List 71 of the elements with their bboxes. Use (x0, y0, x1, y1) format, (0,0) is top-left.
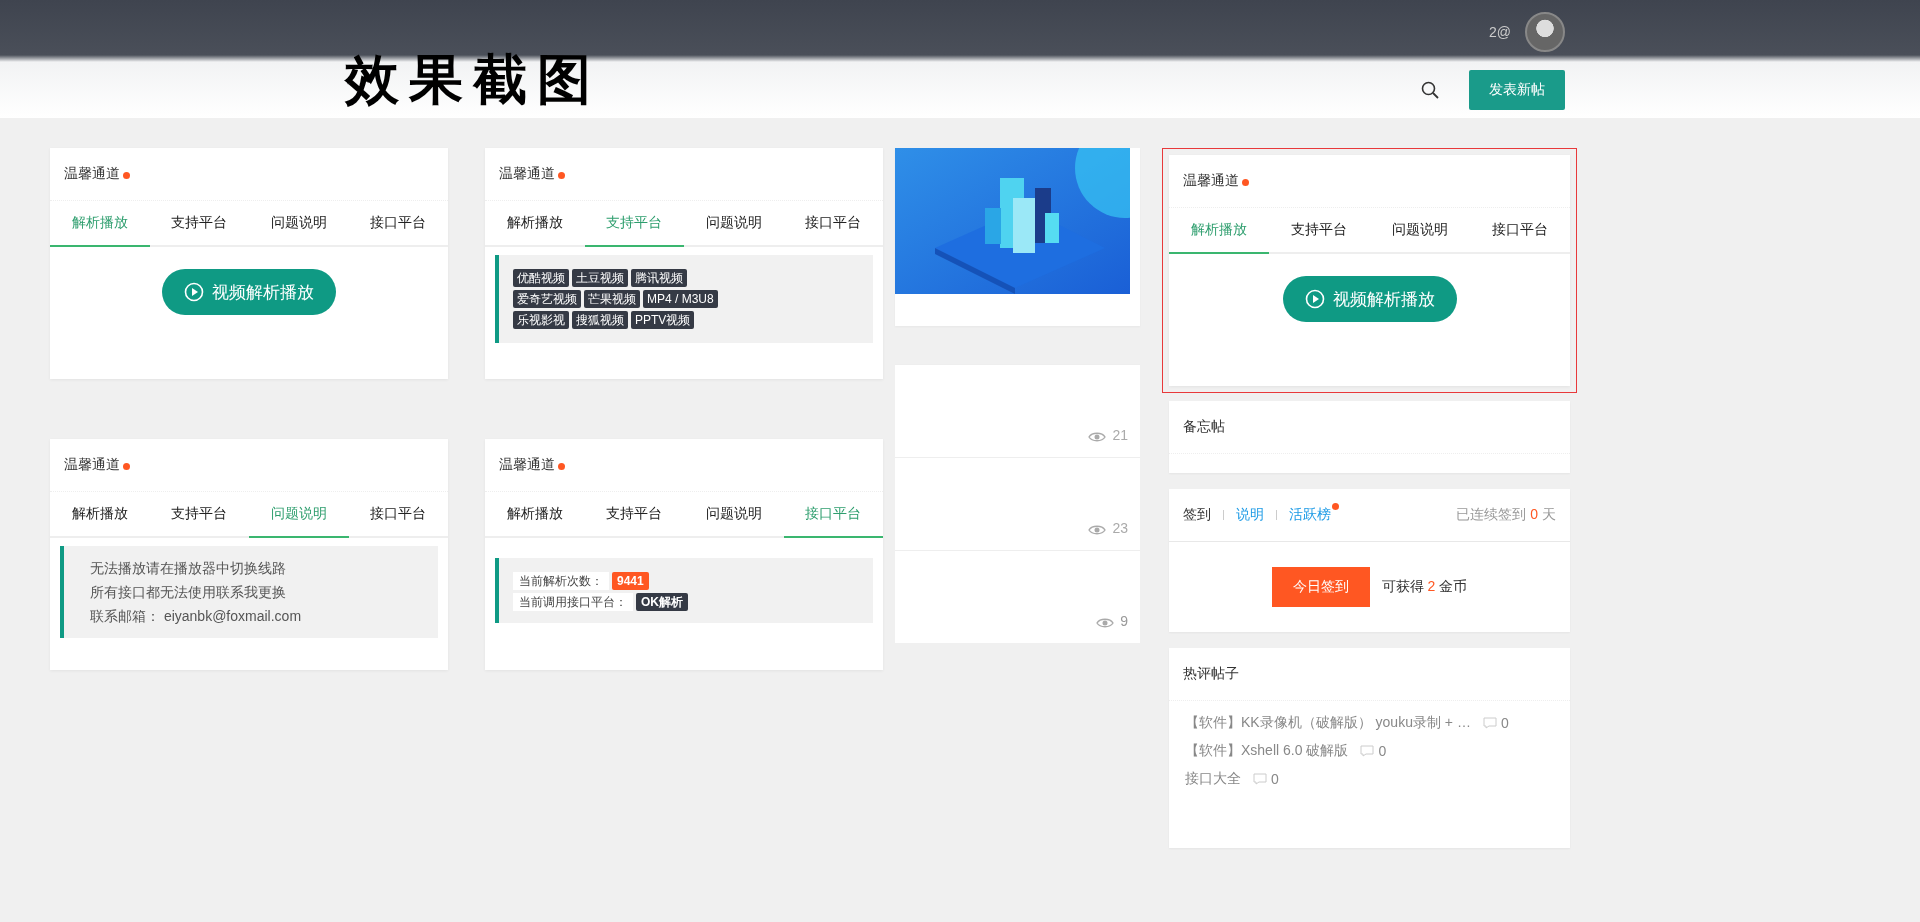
eye-icon (1088, 431, 1107, 443)
tab[interactable]: 问题说明 (249, 201, 349, 247)
tab[interactable]: 解析播放 (485, 201, 585, 247)
tab[interactable]: 接口平台 (783, 201, 883, 247)
tab[interactable]: 接口平台 (348, 201, 448, 247)
platform-tag: 爱奇艺视频 (513, 290, 581, 308)
tab[interactable]: 解析播放 (50, 492, 150, 538)
signin-tab[interactable]: 签到 (1183, 503, 1211, 527)
tab[interactable]: 支持平台 (584, 492, 684, 538)
play-button[interactable]: 视频解析播放 (1282, 276, 1457, 322)
tab[interactable]: 支持平台 (1269, 208, 1370, 254)
tab[interactable]: 接口平台 (783, 492, 883, 538)
post-link[interactable]: 【软件】Xshell 6.0 破解版 (1185, 742, 1349, 760)
note-text: 联系邮箱： eiyanbk@foxmail.com (90, 607, 303, 626)
stat-value: OK解析 (636, 593, 688, 611)
view-count: 21 (1112, 427, 1128, 443)
tab[interactable]: 支持平台 (584, 201, 684, 247)
comment-count: 0 (1253, 771, 1279, 787)
post-link[interactable]: 【软件】KK录像机（破解版） youku录制 + … (1185, 714, 1471, 732)
card-title: 备忘帖 (1169, 401, 1570, 454)
eye-icon (1088, 524, 1107, 536)
notice-dot (1242, 179, 1249, 186)
platform-tag: 腾讯视频 (631, 269, 687, 287)
search-icon[interactable] (1421, 81, 1439, 99)
widget-title: 温馨通道 (1183, 172, 1239, 190)
comment-count: 0 (1360, 743, 1387, 759)
platform-tag: 芒果视频 (584, 290, 640, 308)
tab[interactable]: 问题说明 (1369, 208, 1470, 254)
tab[interactable]: 接口平台 (1469, 208, 1570, 254)
stat-label: 当前解析次数： (513, 572, 609, 590)
stat-label: 当前调用接口平台： (513, 593, 633, 611)
platform-tag: 乐视影视 (513, 311, 569, 329)
tab[interactable]: 问题说明 (684, 492, 784, 538)
card-title: 热评帖子 (1169, 648, 1570, 701)
platform-tag: 优酷视频 (513, 269, 569, 287)
tab[interactable]: 解析播放 (50, 201, 150, 247)
note-text: 所有接口都无法使用联系我更换 (90, 583, 287, 602)
tab[interactable]: 解析播放 (1169, 208, 1270, 254)
platform-tag: 搜狐视频 (572, 311, 628, 329)
widget-title: 温馨通道 (64, 456, 120, 474)
view-count: 9 (1120, 613, 1128, 629)
notice-dot (123, 463, 130, 470)
notice-dot (558, 172, 565, 179)
note-text: 无法播放请在播放器中切换线路 (90, 559, 287, 578)
tab[interactable]: 解析播放 (485, 492, 585, 538)
streak-text: 已连续签到 0 天 (1456, 506, 1556, 524)
widget-title: 温馨通道 (499, 456, 555, 474)
user-name[interactable]: 2@ (1489, 24, 1511, 40)
tab[interactable]: 问题说明 (249, 492, 349, 538)
platform-tag: MP4 / M3U8 (643, 290, 718, 308)
comment-count: 0 (1482, 715, 1509, 731)
widget-title: 温馨通道 (64, 165, 120, 183)
tab[interactable]: 接口平台 (348, 492, 448, 538)
page-title: 效果截图 (345, 46, 601, 113)
tab[interactable]: 支持平台 (149, 492, 249, 538)
play-icon (1304, 289, 1325, 309)
play-button[interactable]: 视频解析播放 (162, 269, 336, 315)
platform-tag: PPTV视频 (631, 311, 695, 329)
view-count: 23 (1112, 520, 1128, 536)
post-link[interactable]: 接口大全 (1185, 770, 1241, 788)
eye-icon (1096, 617, 1115, 629)
stat-value: 9441 (612, 572, 649, 590)
avatar[interactable] (1525, 12, 1565, 52)
reward-text: 可获得 2 金币 (1381, 578, 1468, 596)
platform-tag: 土豆视频 (572, 269, 628, 287)
tab[interactable]: 问题说明 (684, 201, 784, 247)
notice-dot (558, 463, 565, 470)
tab[interactable]: 支持平台 (149, 201, 249, 247)
notice-dot (123, 172, 130, 179)
play-icon (184, 282, 204, 302)
widget-title: 温馨通道 (499, 165, 555, 183)
